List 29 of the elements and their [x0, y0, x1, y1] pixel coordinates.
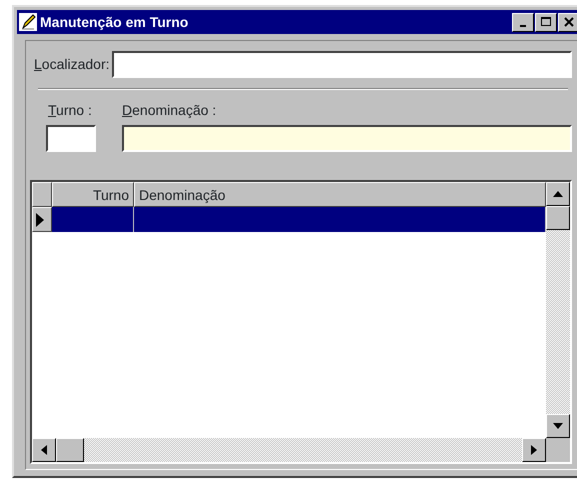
right-arrow-icon	[531, 445, 537, 455]
up-arrow-icon	[553, 191, 563, 197]
close-button[interactable]	[558, 12, 577, 32]
field-label: Denominação :	[122, 101, 218, 120]
input-field[interactable]	[46, 125, 96, 152]
scroll-up-button[interactable]	[546, 182, 570, 206]
down-arrow-icon	[553, 423, 563, 429]
minimize-icon	[520, 25, 526, 27]
scroll-thumb[interactable]	[546, 206, 570, 230]
field-label: Turno :	[48, 101, 93, 120]
close-icon	[563, 16, 575, 28]
scroll-right-button[interactable]	[522, 438, 546, 462]
column-header[interactable]: Turno	[52, 182, 134, 207]
input-field[interactable]	[112, 51, 572, 78]
row-indicator[interactable]	[32, 207, 52, 232]
scroll-thumb[interactable]	[56, 438, 84, 462]
scroll-left-button[interactable]	[32, 438, 56, 462]
input-field[interactable]	[122, 125, 572, 152]
minimize-button[interactable]	[512, 12, 534, 32]
left-arrow-icon	[41, 445, 47, 455]
column-header[interactable]: Denominação	[134, 182, 546, 207]
field-label: Localizador:	[34, 55, 110, 74]
window-title: Manutenção em Turno	[40, 12, 190, 32]
maximize-icon	[540, 16, 552, 28]
scroll-down-button[interactable]	[546, 414, 570, 438]
pencil-icon	[19, 13, 37, 31]
maximize-button[interactable]	[535, 12, 557, 32]
current-row-icon	[36, 212, 44, 226]
scrollbar-corner	[546, 438, 570, 462]
